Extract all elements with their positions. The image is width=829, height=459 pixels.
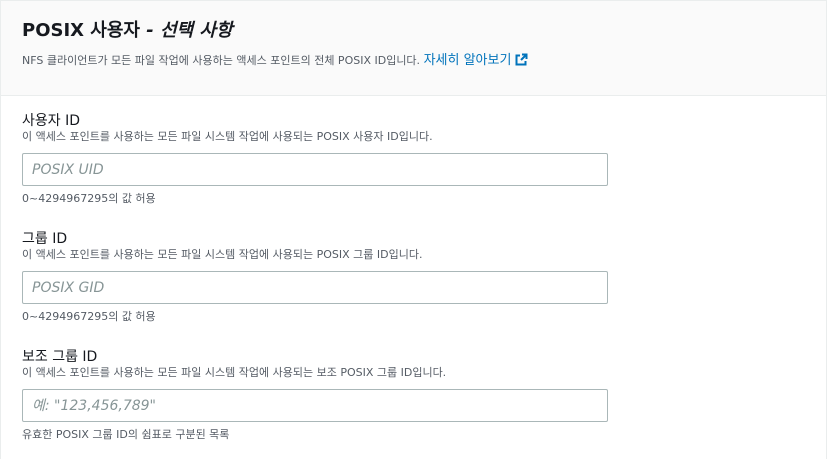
panel-body: 사용자 ID 이 액세스 포인트를 사용하는 모든 파일 시스템 작업에 사용되… [1, 96, 826, 442]
panel-title-separator: - [139, 20, 160, 41]
learn-more-label: 자세히 알아보기 [423, 53, 512, 68]
group-id-label: 그룹 ID [22, 231, 68, 247]
user-id-label: 사용자 ID [22, 113, 80, 129]
group-id-field: 그룹 ID 이 액세스 포인트를 사용하는 모든 파일 시스템 작업에 사용되는… [22, 231, 826, 324]
secondary-group-id-constraint: 유효한 POSIX 그룹 ID의 쉼표로 구분된 목록 [22, 428, 230, 441]
panel-description: NFS 클라이언트가 모든 파일 작업에 사용하는 액세스 포인트의 전체 PO… [22, 54, 421, 67]
user-id-input[interactable] [22, 153, 608, 186]
group-id-constraint: 0~4294967295의 값 허용 [22, 310, 156, 323]
secondary-group-id-label: 보조 그룹 ID [22, 349, 98, 365]
panel-title: POSIX 사용자 - 선택 사항 [22, 19, 826, 43]
user-id-description: 이 액세스 포인트를 사용하는 모든 파일 시스템 작업에 사용되는 POSIX… [22, 130, 433, 143]
group-id-input[interactable] [22, 271, 608, 304]
panel-title-main: POSIX 사용자 [22, 20, 140, 41]
secondary-group-id-description: 이 액세스 포인트를 사용하는 모든 파일 시스템 작업에 사용되는 보조 PO… [22, 366, 447, 379]
panel-title-optional: 선택 사항 [160, 20, 233, 41]
secondary-group-id-field: 보조 그룹 ID 이 액세스 포인트를 사용하는 모든 파일 시스템 작업에 사… [22, 349, 826, 442]
external-link-icon [515, 53, 528, 72]
posix-user-panel: POSIX 사용자 - 선택 사항 NFS 클라이언트가 모든 파일 작업에 사… [0, 0, 827, 459]
learn-more-link[interactable]: 자세히 알아보기 [424, 53, 529, 68]
panel-description-row: NFS 클라이언트가 모든 파일 작업에 사용하는 액세스 포인트의 전체 PO… [22, 52, 826, 72]
secondary-group-id-input[interactable] [22, 389, 608, 422]
group-id-description: 이 액세스 포인트를 사용하는 모든 파일 시스템 작업에 사용되는 POSIX… [22, 248, 423, 261]
panel-header: POSIX 사용자 - 선택 사항 NFS 클라이언트가 모든 파일 작업에 사… [1, 1, 826, 96]
user-id-constraint: 0~4294967295의 값 허용 [22, 192, 156, 205]
user-id-field: 사용자 ID 이 액세스 포인트를 사용하는 모든 파일 시스템 작업에 사용되… [22, 113, 826, 206]
